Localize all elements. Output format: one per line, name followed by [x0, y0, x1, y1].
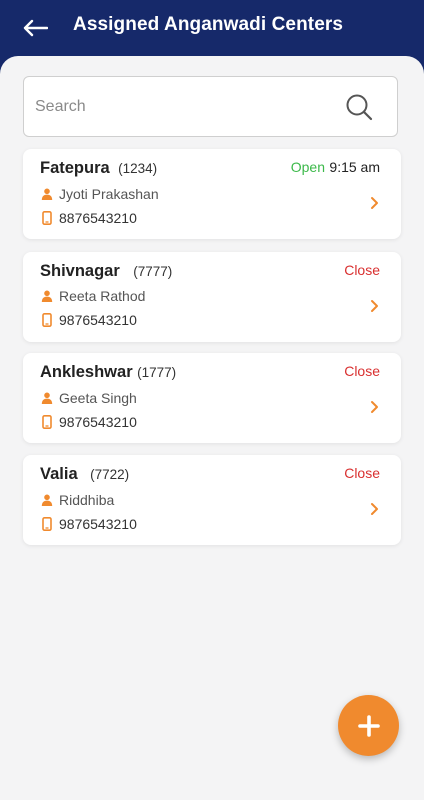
- center-name: Shivnagar: [40, 262, 120, 280]
- phone-number: 9876543210: [59, 312, 137, 328]
- chevron-right-icon[interactable]: [369, 299, 381, 313]
- worker-row: Geeta Singh: [41, 390, 137, 406]
- arrow-left-icon: [23, 19, 48, 37]
- center-title: Ankleshwar (1777): [40, 363, 176, 382]
- worker-row: Riddhiba: [41, 492, 114, 508]
- plus-icon: [357, 714, 380, 737]
- phone-row: 9876543210: [41, 516, 137, 532]
- center-code: (7722): [90, 467, 130, 482]
- center-title: Fatepura (1234): [40, 159, 157, 178]
- status-time: 9:15 am: [329, 159, 380, 175]
- worker-name: Jyoti Prakashan: [59, 186, 159, 202]
- center-code: (7777): [133, 264, 173, 279]
- chevron-right-icon[interactable]: [369, 502, 381, 516]
- add-center-button[interactable]: [338, 695, 399, 756]
- chevron-right-icon[interactable]: [369, 196, 381, 210]
- center-card[interactable]: Shivnagar (7777) Close Reeta Rathod 9876…: [23, 252, 401, 342]
- worker-row: Reeta Rathod: [41, 288, 145, 304]
- phone-icon: [41, 211, 53, 225]
- phone-number: 9876543210: [59, 414, 137, 430]
- center-code: (1234): [118, 161, 158, 176]
- center-card[interactable]: Valia (7722) Close Riddhiba 9876543210: [23, 455, 401, 545]
- person-icon: [41, 289, 53, 303]
- worker-name: Riddhiba: [59, 492, 115, 508]
- worker-name: Geeta Singh: [59, 390, 137, 406]
- center-code: (1777): [137, 365, 177, 380]
- phone-icon: [41, 415, 53, 429]
- center-card[interactable]: Ankleshwar (1777) Close Geeta Singh 9876…: [23, 353, 401, 443]
- phone-icon: [41, 313, 53, 327]
- phone-number: 9876543210: [59, 516, 137, 532]
- center-title: Shivnagar (7777): [40, 262, 172, 281]
- phone-row: 9876543210: [41, 414, 137, 430]
- center-name: Fatepura: [40, 159, 110, 177]
- chevron-right-icon[interactable]: [369, 400, 381, 414]
- center-name: Valia: [40, 465, 78, 483]
- search-button[interactable]: [345, 93, 373, 121]
- app-header: Assigned Anganwadi Centers: [0, 0, 424, 62]
- search-icon: [346, 94, 373, 121]
- content-panel: Fatepura (1234) Open 9:15 am Jyoti Praka…: [0, 56, 424, 800]
- status-badge: Open: [290, 159, 325, 175]
- person-icon: [41, 187, 53, 201]
- worker-name: Reeta Rathod: [59, 288, 146, 304]
- phone-number: 8876543210: [59, 210, 137, 226]
- status-badge: Close: [344, 465, 380, 481]
- status-badge: Close: [344, 262, 380, 278]
- phone-row: 8876543210: [41, 210, 137, 226]
- search-box: [23, 76, 398, 137]
- center-card[interactable]: Fatepura (1234) Open 9:15 am Jyoti Praka…: [23, 149, 401, 239]
- center-title: Valia (7722): [40, 465, 129, 484]
- phone-row: 9876543210: [41, 312, 137, 328]
- center-name: Ankleshwar: [40, 363, 133, 381]
- phone-icon: [41, 517, 53, 531]
- worker-row: Jyoti Prakashan: [41, 186, 159, 202]
- back-button[interactable]: [18, 12, 52, 44]
- page-title: Assigned Anganwadi Centers: [73, 14, 344, 35]
- search-input[interactable]: [35, 77, 335, 136]
- person-icon: [41, 493, 53, 507]
- status-badge: Close: [344, 363, 380, 379]
- person-icon: [41, 391, 53, 405]
